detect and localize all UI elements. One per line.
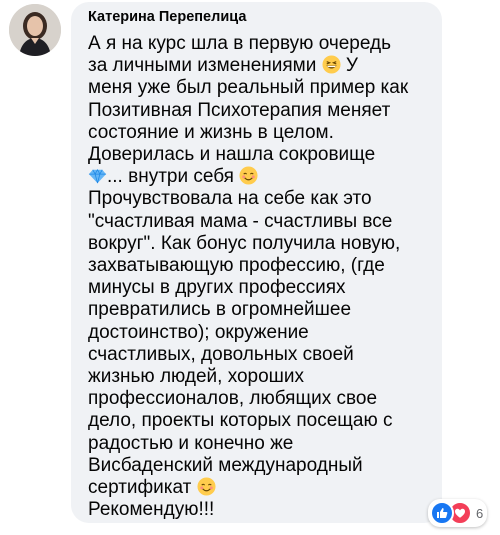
comment-line-text: за личными изменениями [88,55,317,77]
comment-line: захватывающую профессию, (где [88,255,385,277]
comment-line: меня уже был реальный пример как [88,77,409,99]
reactions-summary[interactable]: 6 [428,499,488,527]
comment-line: минусы в других профессиях [88,277,346,299]
gem-emoji-icon [88,169,107,184]
comment-line: "счастливая мама - счастливы все [88,210,393,232]
comment-line: достоинство); окружение [88,321,309,343]
comment-line: счастливых, довольных своей [88,343,354,365]
comment-line: жизнью людей, хороших [88,366,305,388]
reactions-count: 6 [476,505,484,521]
comment-line: дело, проекты которых посещаю с [88,410,393,432]
comment-line: Прочувствовала на себе как это [88,188,372,210]
comment-line-text: сертификат [88,477,192,499]
comment-line: Рекомендую!!! [88,499,215,521]
comment-line: А я на курс шла в первую очередь [88,33,392,54]
smiling-face-emoji-icon [197,477,216,496]
comment-line: за личными изменениями У [88,55,428,77]
comment-text: А я на курс шла в первую очередь за личн… [88,33,428,521]
comment-line-text: У [345,55,358,77]
comment-line-text: ... внутри себя [107,166,234,188]
comment-author[interactable]: Катерина Перепелица [88,9,246,25]
grinning-squint-emoji-icon [322,55,341,74]
comment-line: превратились в огромнейшее [88,299,352,321]
comment-line: Позитивная Психотерапия меняет [88,99,391,121]
comment-line: профессионалов, любящих свое [88,388,378,410]
comment-line: ... внутри себя [88,166,428,188]
comment-line: состояние и жизнь в целом. [88,121,334,143]
smiling-face-emoji-icon [239,166,258,185]
comment-bubble: Катерина Перепелица А я на курс шла в пе… [71,2,442,523]
comment-line: Доверилась и нашла сокровище [88,144,376,166]
comment-line: Висбаденский международный [88,454,363,476]
like-reaction-icon [430,501,454,525]
avatar[interactable] [9,4,61,56]
comment-line: сертификат [88,477,428,499]
comment-line: вокруг". Как бонус получила новую, [88,232,401,254]
comment-line: радостью и конечно же [88,432,294,454]
